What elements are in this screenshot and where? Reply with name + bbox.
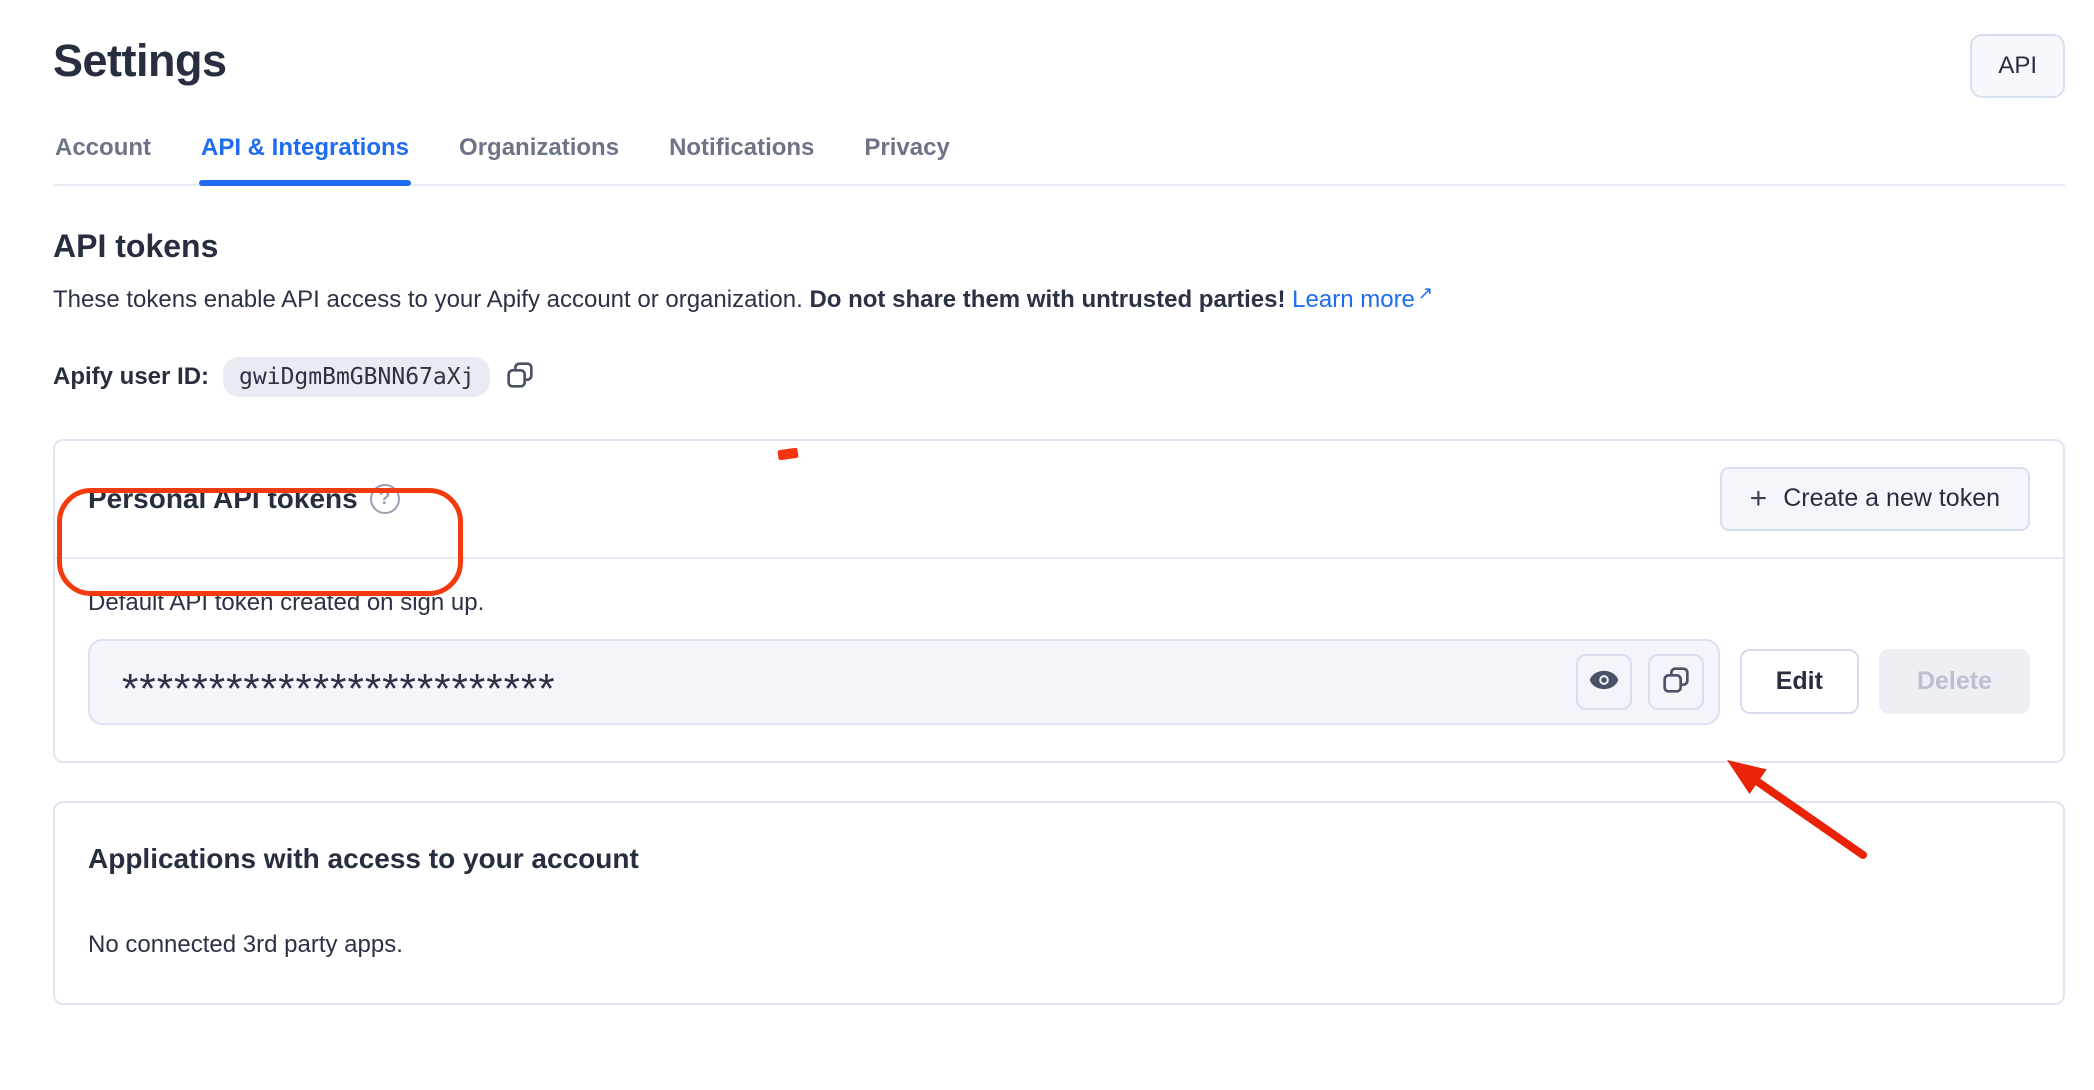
edit-token-button[interactable]: Edit	[1740, 649, 1859, 714]
token-row: *************************	[88, 639, 2030, 725]
plus-icon: +	[1750, 484, 1768, 514]
applications-card: Applications with access to your account…	[53, 801, 2065, 1005]
description-normal-text: These tokens enable API access to your A…	[53, 286, 809, 313]
copy-icon	[1660, 664, 1692, 699]
create-new-token-label: Create a new token	[1783, 484, 2000, 513]
page-title: Settings	[53, 34, 227, 88]
token-description: Default API token created on sign up.	[88, 589, 2030, 617]
reveal-token-button[interactable]	[1576, 654, 1632, 710]
personal-tokens-card-body: Default API token created on sign up. **…	[55, 559, 2063, 761]
tab-account[interactable]: Account	[53, 120, 153, 184]
user-id-label: Apify user ID:	[53, 363, 209, 391]
token-field-actions	[1576, 654, 1704, 710]
tab-notifications[interactable]: Notifications	[667, 120, 816, 184]
delete-token-button: Delete	[1879, 649, 2030, 714]
create-new-token-button[interactable]: + Create a new token	[1720, 467, 2030, 531]
personal-tokens-title: Personal API tokens	[88, 483, 358, 515]
applications-empty-text: No connected 3rd party apps.	[88, 931, 2030, 959]
token-masked-value: *************************	[122, 665, 1560, 713]
external-link-icon: ↗	[1418, 283, 1433, 303]
copy-icon	[504, 359, 536, 394]
personal-tokens-title-wrap: Personal API tokens ?	[88, 483, 400, 515]
page-header: Settings API	[53, 34, 2065, 98]
applications-card-body: Applications with access to your account…	[55, 803, 2063, 1003]
applications-title: Applications with access to your account	[88, 843, 2030, 875]
personal-tokens-card: Personal API tokens ? + Create a new tok…	[53, 439, 2065, 763]
user-id-value: gwiDgmBmGBNN67aXj	[223, 357, 490, 397]
settings-tabs: Account API & Integrations Organizations…	[53, 120, 2065, 186]
description-warning-text: Do not share them with untrusted parties…	[809, 286, 1285, 313]
api-tokens-description: These tokens enable API access to your A…	[53, 281, 2065, 317]
personal-tokens-card-header: Personal API tokens ? + Create a new tok…	[55, 441, 2063, 559]
user-id-row: Apify user ID: gwiDgmBmGBNN67aXj	[53, 357, 2065, 397]
api-button[interactable]: API	[1970, 34, 2065, 98]
copy-user-id-button[interactable]	[504, 359, 536, 394]
settings-page: Settings API Account API & Integrations …	[0, 0, 2094, 1090]
question-circle-icon[interactable]: ?	[370, 484, 400, 514]
tab-api-integrations[interactable]: API & Integrations	[199, 120, 411, 184]
token-masked-field[interactable]: *************************	[88, 639, 1720, 725]
eye-icon	[1587, 663, 1621, 700]
learn-more-link[interactable]: Learn more	[1292, 286, 1415, 313]
api-tokens-heading: API tokens	[53, 228, 2065, 265]
tab-privacy[interactable]: Privacy	[862, 120, 951, 184]
tab-organizations[interactable]: Organizations	[457, 120, 621, 184]
copy-token-button[interactable]	[1648, 654, 1704, 710]
